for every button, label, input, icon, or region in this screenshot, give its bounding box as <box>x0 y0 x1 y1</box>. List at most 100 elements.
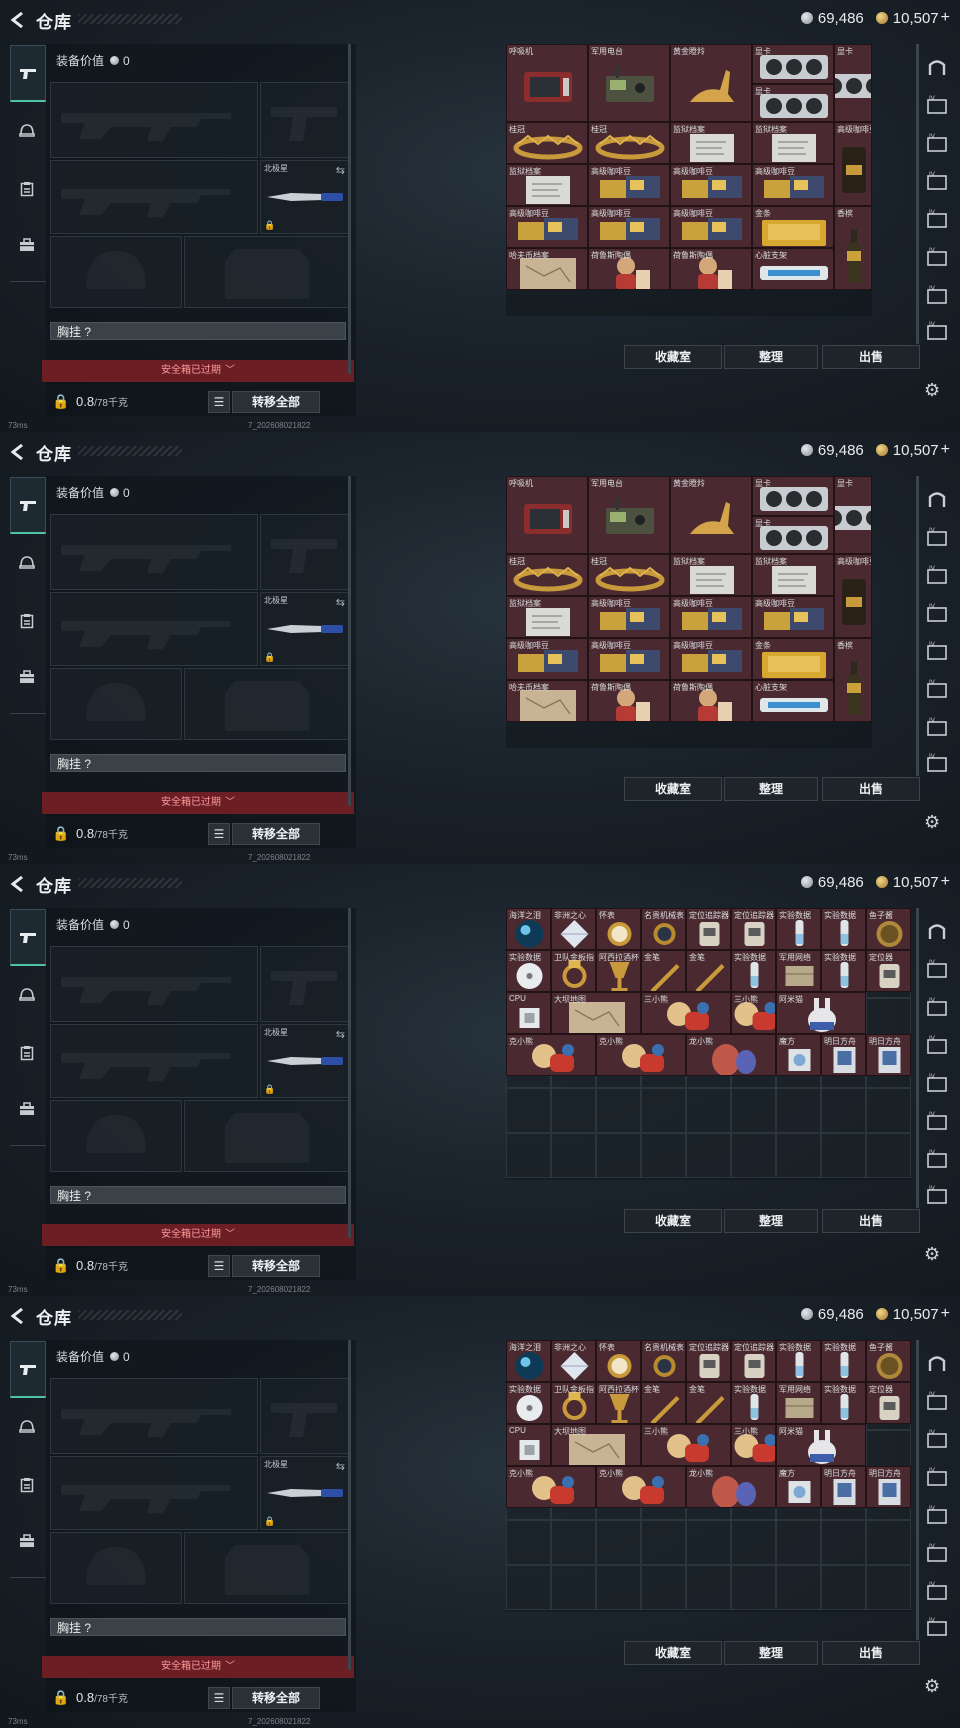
empty-grid-cell[interactable] <box>866 1565 911 1610</box>
primary-weapon-slot[interactable] <box>50 514 258 590</box>
stash-item[interactable]: 监狱档案 <box>506 164 588 206</box>
tab-backpack[interactable] <box>10 653 44 701</box>
stash-item[interactable]: 香槟 <box>834 638 872 722</box>
stash-item[interactable]: 名贵机械表 <box>641 1340 686 1382</box>
list-view-button[interactable]: ☰ <box>208 823 230 845</box>
add-currency-button[interactable]: + <box>941 1305 950 1323</box>
collection-room-button[interactable]: 收藏室 <box>624 1641 722 1665</box>
collection-room-button[interactable]: 收藏室 <box>624 777 722 801</box>
tab-weapons[interactable] <box>10 477 46 534</box>
stash-item[interactable]: 定位器 <box>866 950 911 992</box>
stash-item[interactable]: 桂冠 <box>588 554 670 596</box>
stash-item[interactable]: 明日方舟 <box>866 1034 911 1076</box>
stash-item[interactable]: 三小熊 <box>731 992 776 1034</box>
sort-button[interactable]: 整理 <box>724 345 818 369</box>
stash-item[interactable]: 阿米猫 <box>776 992 866 1034</box>
stash-tab-3[interactable]: IV <box>922 558 952 592</box>
stash-tab-1[interactable] <box>922 482 952 516</box>
empty-grid-cell[interactable] <box>596 1565 641 1610</box>
stash-item[interactable]: 定位追踪器 <box>731 1340 776 1382</box>
stash-item[interactable]: 实验数据 <box>776 1340 821 1382</box>
stash-tab-3[interactable]: IV <box>922 990 952 1024</box>
stash-item[interactable]: 荷鲁斯陶偶 <box>670 248 752 290</box>
stash-item[interactable]: 显卡 <box>834 44 872 122</box>
stash-item[interactable]: 黄金瞪羚 <box>670 476 752 554</box>
stash-item[interactable]: 桂冠 <box>506 122 588 164</box>
empty-grid-cell[interactable] <box>641 1133 686 1178</box>
sell-button[interactable]: 出售 <box>822 1641 920 1665</box>
transfer-all-button[interactable]: 转移全部 <box>232 823 320 845</box>
stash-tab-2[interactable]: IV <box>922 952 952 986</box>
stash-item[interactable]: 显卡 <box>752 516 834 554</box>
stash-tab-4[interactable]: IV <box>922 164 952 198</box>
tab-armor[interactable] <box>10 107 44 155</box>
tab-armor[interactable] <box>10 539 44 587</box>
stash-item[interactable]: 高级咖啡豆 <box>506 638 588 680</box>
stash-item[interactable]: 荷鲁斯陶偶 <box>588 680 670 722</box>
stash-item[interactable]: 高级咖啡豆 <box>752 164 834 206</box>
tab-armor[interactable] <box>10 971 44 1019</box>
stash-scrollbar[interactable] <box>916 908 919 1208</box>
tab-gear[interactable] <box>10 597 44 645</box>
stash-tab-3[interactable]: IV <box>922 126 952 160</box>
empty-grid-cell[interactable] <box>731 1565 776 1610</box>
stash-tab-8[interactable]: IV <box>922 746 952 780</box>
stash-tab-6[interactable]: IV <box>922 1104 952 1138</box>
stash-item[interactable]: 监狱档案 <box>752 122 834 164</box>
empty-grid-cell[interactable] <box>776 1133 821 1178</box>
empty-grid-cell[interactable] <box>821 1088 866 1133</box>
stash-item[interactable]: 高级咖啡豆 <box>670 596 752 638</box>
back-arrow-icon[interactable] <box>8 874 28 894</box>
stash-scrollbar[interactable] <box>916 44 919 344</box>
stash-item[interactable]: 克小熊 <box>506 1466 596 1508</box>
stash-tab-1[interactable] <box>922 1346 952 1380</box>
tab-gear[interactable] <box>10 1461 44 1509</box>
list-view-button[interactable]: ☰ <box>208 1255 230 1277</box>
loadout-scrollbar[interactable] <box>348 1340 351 1670</box>
stash-item[interactable]: 阿西拉酒杯 <box>596 1382 641 1424</box>
empty-grid-cell[interactable] <box>686 1520 731 1565</box>
chest-rig-bar[interactable]: 胸挂 ? <box>50 1186 346 1204</box>
empty-grid-cell[interactable] <box>731 1088 776 1133</box>
empty-grid-cell[interactable] <box>641 1088 686 1133</box>
stash-item[interactable]: 桂冠 <box>506 554 588 596</box>
helmet-slot[interactable] <box>50 1100 182 1172</box>
stash-scrollbar[interactable] <box>916 1340 919 1640</box>
stash-item[interactable]: 实验数据 <box>821 950 866 992</box>
stash-item[interactable]: 克小熊 <box>506 1034 596 1076</box>
empty-grid-cell[interactable] <box>551 1520 596 1565</box>
stash-item[interactable]: 明日方舟 <box>866 1466 911 1508</box>
tab-backpack[interactable] <box>10 1517 44 1565</box>
tab-weapons[interactable] <box>10 45 46 102</box>
add-currency-button[interactable]: + <box>941 9 950 27</box>
stash-item[interactable]: 高级咖啡豆 <box>670 206 752 248</box>
tab-weapons[interactable] <box>10 1341 46 1398</box>
stash-tab-1[interactable] <box>922 50 952 84</box>
stash-item[interactable]: 军用电台 <box>588 44 670 122</box>
stash-item[interactable]: 金笔 <box>686 950 731 992</box>
melee-slot[interactable]: 北极星 ⇆ 🔒 <box>260 1024 350 1098</box>
back-arrow-icon[interactable] <box>8 10 28 30</box>
stash-item[interactable]: 克小熊 <box>596 1034 686 1076</box>
stash-tab-5[interactable]: IV <box>922 1498 952 1532</box>
stash-tab-2[interactable]: IV <box>922 88 952 122</box>
secondary-weapon-slot[interactable] <box>50 1456 258 1530</box>
secondary-weapon-slot[interactable] <box>50 592 258 666</box>
stash-item[interactable]: 监狱档案 <box>670 554 752 596</box>
stash-tab-6[interactable]: IV <box>922 240 952 274</box>
tab-backpack[interactable] <box>10 1085 44 1133</box>
stash-item[interactable]: 呼吸机 <box>506 476 588 554</box>
armor-slot[interactable] <box>184 236 350 308</box>
stash-tab-4[interactable]: IV <box>922 1028 952 1062</box>
stash-item[interactable]: 桂冠 <box>588 122 670 164</box>
stash-tab-8[interactable]: IV <box>922 1178 952 1212</box>
empty-grid-cell[interactable] <box>551 1565 596 1610</box>
empty-grid-cell[interactable] <box>551 1133 596 1178</box>
empty-grid-cell[interactable] <box>686 1565 731 1610</box>
empty-grid-cell[interactable] <box>596 1133 641 1178</box>
empty-grid-cell[interactable] <box>506 1565 551 1610</box>
stash-item[interactable]: 监狱档案 <box>752 554 834 596</box>
stash-item[interactable]: 定位追踪器 <box>686 1340 731 1382</box>
stash-item[interactable]: 黄金瞪羚 <box>670 44 752 122</box>
stash-item[interactable]: 明日方舟 <box>821 1034 866 1076</box>
